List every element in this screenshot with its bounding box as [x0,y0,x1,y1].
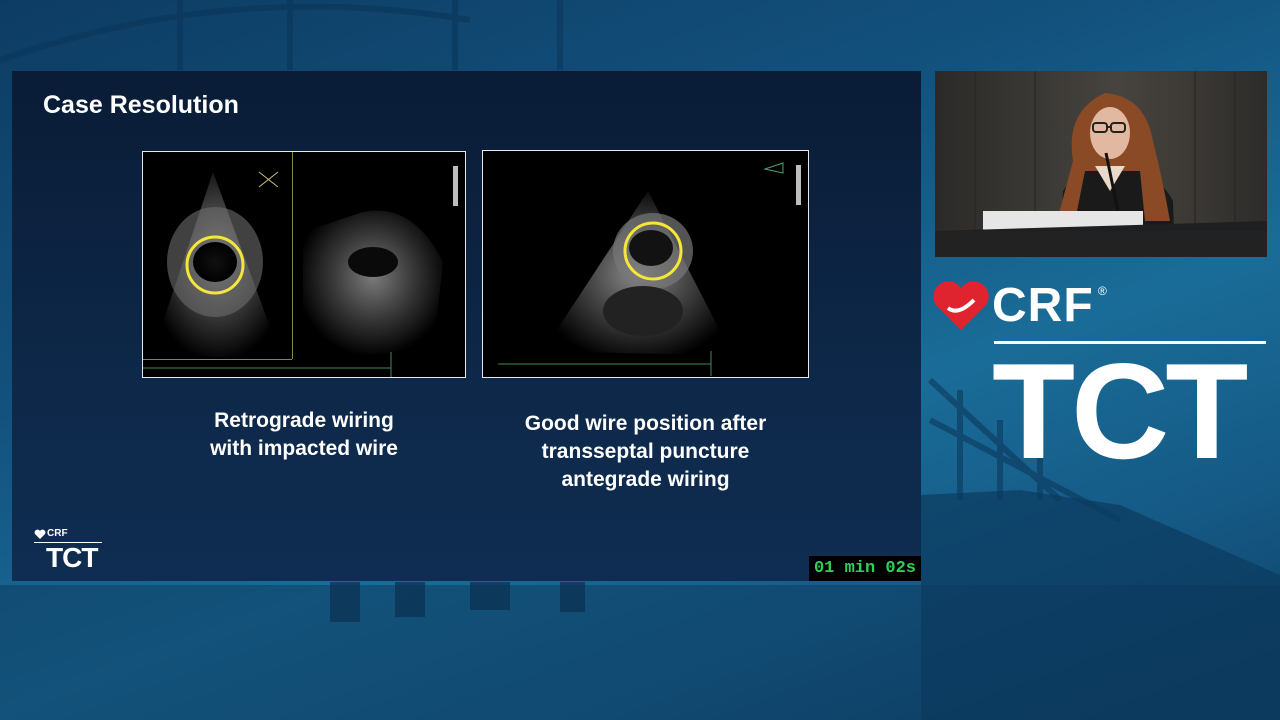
footer-tct-text: TCT [46,542,98,573]
footer-logo: CRF TCT [34,528,114,576]
crf-tct-brand: CRF ® TCT [930,278,1270,488]
crf-heart-icon [34,529,46,539]
brand-tct-text: TCT [992,335,1248,487]
echo-image-retrograde [142,151,466,378]
caption-line: antegrade wiring [561,468,730,491]
footer-crf-text: CRF [47,528,68,539]
caption-line: with impacted wire [210,437,398,460]
brand-crf-text: CRF [992,279,1094,332]
presentation-slide: Case Resolution Retrograde wiring with i… [12,71,921,581]
caption-line: transseptal puncture [541,440,750,463]
caption-antegrade: Good wire position after transseptal pun… [482,410,809,494]
caption-line: Retrograde wiring [214,409,394,432]
caption-line: Good wire position after [524,412,767,435]
elapsed-timer: 01 min 02s [809,556,921,581]
speaker-video [935,71,1267,257]
slide-title: Case Resolution [43,91,239,119]
crf-heart-icon [933,281,989,330]
caption-retrograde: Retrograde wiring with impacted wire [142,407,466,463]
echo-image-antegrade [482,150,809,378]
registered-mark: ® [1098,284,1107,298]
